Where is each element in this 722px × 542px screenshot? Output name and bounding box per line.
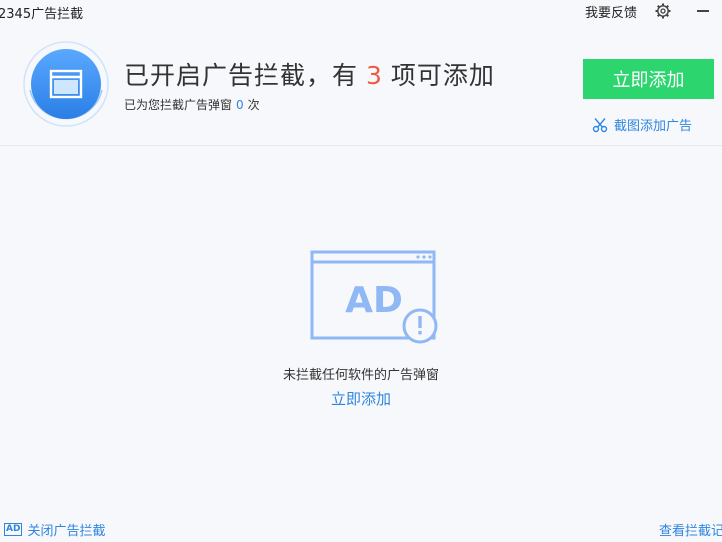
app-title: 2345广告拦截: [0, 7, 84, 22]
add-now-button[interactable]: 立即添加: [583, 59, 714, 99]
feedback-link[interactable]: 我要反馈: [585, 2, 637, 21]
ad-badge-icon: AD: [4, 523, 23, 536]
close-blocking-label: 关闭广告拦截: [27, 524, 106, 539]
title-bar: 2345广告拦截 我要反馈: [0, 0, 722, 26]
empty-state-message: 未拦截任何软件的广告弹窗: [282, 368, 439, 383]
scissors-icon: [592, 117, 608, 132]
illustration-ad-text: AD: [345, 280, 403, 321]
blocked-count: 0: [236, 98, 244, 112]
gear-icon[interactable]: [655, 3, 671, 19]
subline-prefix: 已为您拦截广告弹窗: [124, 98, 233, 112]
view-blocked-records-link[interactable]: 查看拦截记: [659, 520, 722, 539]
status-headline: 已开启广告拦截，有 3 项可添加: [124, 56, 495, 92]
screenshot-add-label: 截图添加广告: [614, 119, 693, 134]
headline-prefix: 已开启广告拦截，有: [124, 61, 359, 90]
status-header: 已开启广告拦截，有 3 项可添加 已为您拦截广告弹窗 0 次 立即添加 截图添加广告: [0, 26, 722, 146]
minimize-button[interactable]: [697, 10, 709, 12]
blocked-summary: 已为您拦截广告弹窗 0 次: [124, 96, 260, 113]
empty-add-now-link[interactable]: 立即添加: [331, 390, 391, 408]
close-blocking-link[interactable]: AD 关闭广告拦截: [4, 520, 105, 539]
subline-suffix: 次: [247, 98, 260, 112]
headline-suffix: 项可添加: [390, 61, 495, 90]
browser-window-icon: [23, 41, 109, 127]
ad-warning-illustration: AD: [310, 250, 438, 344]
screenshot-add-link[interactable]: 截图添加广告: [592, 115, 692, 134]
addable-count: 3: [366, 61, 383, 90]
